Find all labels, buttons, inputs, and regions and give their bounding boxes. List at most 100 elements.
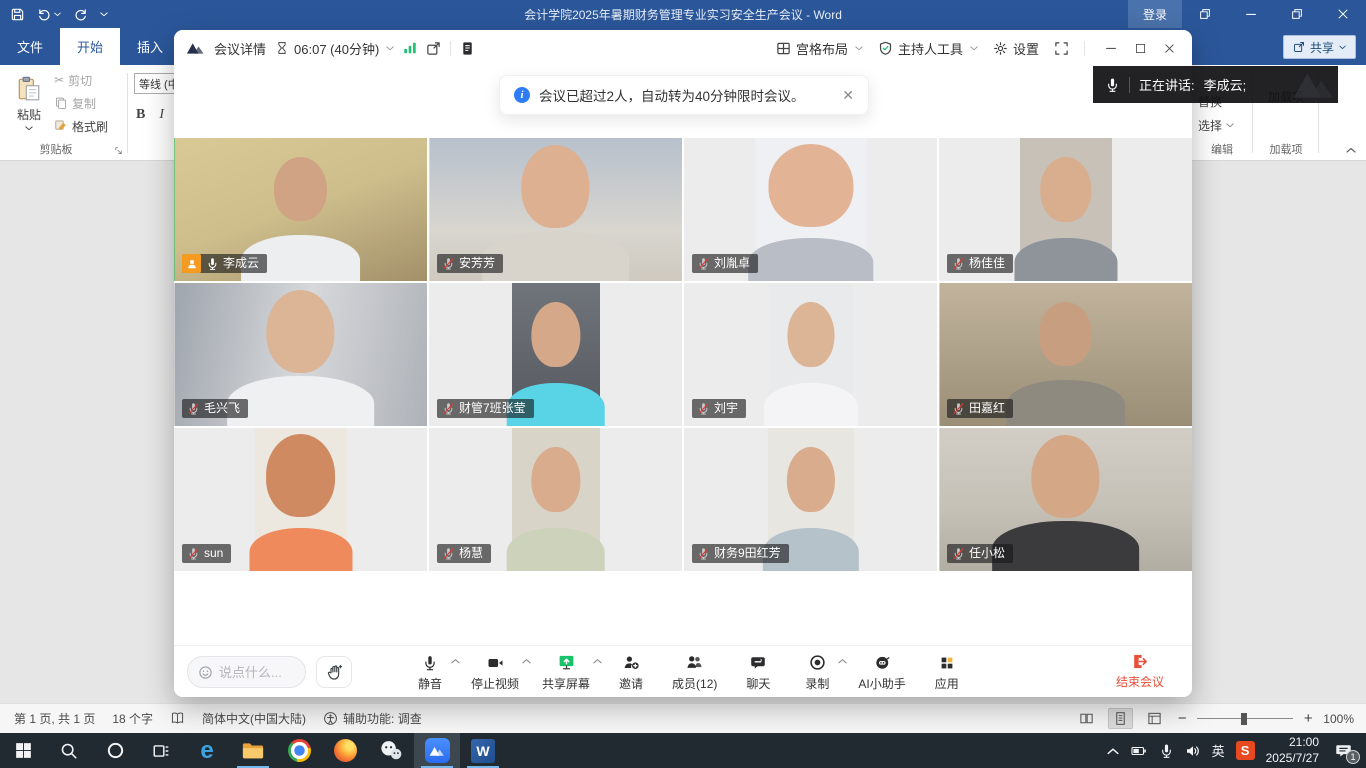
participant-tile[interactable]: 杨慧 bbox=[429, 428, 682, 571]
chat-button[interactable]: 聊天 bbox=[740, 653, 776, 692]
network-signal-icon[interactable] bbox=[403, 41, 417, 55]
italic-button[interactable]: I bbox=[159, 107, 164, 123]
taskbar-firefox[interactable] bbox=[322, 733, 368, 768]
host-tools-button[interactable]: 主持人工具 bbox=[878, 39, 978, 58]
taskbar-chrome[interactable] bbox=[276, 733, 322, 768]
taskbar-search-button[interactable] bbox=[46, 733, 92, 768]
mute-button[interactable]: 静音 bbox=[412, 653, 448, 692]
taskbar-file-explorer[interactable] bbox=[230, 733, 276, 768]
taskbar-clock[interactable]: 21:00 2025/7/27 bbox=[1266, 735, 1319, 766]
zoom-level[interactable]: 100% bbox=[1323, 712, 1354, 726]
meeting-timer[interactable]: 06:07 (40分钟) bbox=[275, 39, 394, 58]
end-meeting-button[interactable]: 结束会议 bbox=[1116, 653, 1164, 690]
select-button[interactable]: 选择 bbox=[1198, 117, 1234, 134]
invite-button[interactable]: 邀请 bbox=[613, 653, 649, 692]
meeting-close-button[interactable] bbox=[1158, 37, 1180, 59]
participant-tile[interactable]: 李成云 bbox=[174, 138, 427, 281]
volume-icon[interactable] bbox=[1185, 743, 1201, 759]
meeting-maximize-button[interactable] bbox=[1129, 37, 1151, 59]
record-button[interactable]: 录制 bbox=[799, 653, 835, 692]
word-login-button[interactable]: 登录 bbox=[1128, 0, 1182, 28]
page-indicator[interactable]: 第 1 页, 共 1 页 bbox=[14, 710, 95, 727]
collapse-ribbon-button[interactable] bbox=[1346, 147, 1356, 153]
paste-button[interactable]: 粘贴 bbox=[8, 69, 50, 137]
zoom-out-button[interactable]: − bbox=[1176, 710, 1188, 727]
participant-tile[interactable]: 刘胤卓 bbox=[684, 138, 937, 281]
cut-button[interactable]: ✂剪切 bbox=[54, 71, 108, 89]
undo-icon[interactable] bbox=[37, 7, 61, 22]
word-share-button[interactable]: 共享 bbox=[1283, 35, 1356, 59]
tab-insert[interactable]: 插入 bbox=[120, 28, 180, 65]
meeting-minimize-button[interactable] bbox=[1100, 37, 1122, 59]
format-painter-button[interactable]: 格式刷 bbox=[54, 117, 108, 135]
participant-tile[interactable]: 安芳芳 bbox=[429, 138, 682, 281]
tab-file[interactable]: 文件 bbox=[0, 28, 60, 65]
customize-qat-icon[interactable] bbox=[100, 12, 108, 17]
participant-name-chip: 毛兴飞 bbox=[182, 399, 248, 418]
word-count[interactable]: 18 个字 bbox=[112, 710, 153, 727]
web-layout-button[interactable] bbox=[1142, 708, 1167, 729]
word-close-button[interactable] bbox=[1320, 0, 1366, 28]
chat-input[interactable] bbox=[219, 665, 293, 680]
save-icon[interactable] bbox=[10, 7, 25, 22]
language-indicator[interactable]: 简体中文(中国大陆) bbox=[202, 710, 306, 727]
taskbar-edge[interactable]: e bbox=[184, 733, 230, 768]
chevron-up-icon[interactable] bbox=[522, 658, 531, 664]
print-layout-button[interactable] bbox=[1108, 708, 1133, 729]
share-screen-button[interactable]: 共享屏幕 bbox=[542, 653, 590, 692]
proofing-icon[interactable] bbox=[170, 711, 185, 726]
chat-quick-input[interactable] bbox=[187, 656, 306, 688]
chevron-up-icon[interactable] bbox=[451, 658, 460, 664]
zoom-slider[interactable] bbox=[1197, 712, 1293, 726]
task-view-button[interactable] bbox=[138, 733, 184, 768]
participant-tile[interactable]: 刘宇 bbox=[684, 283, 937, 426]
participant-tile[interactable]: 财务9田红芳 bbox=[684, 428, 937, 571]
settings-button[interactable]: 设置 bbox=[993, 39, 1039, 58]
grid-layout-button[interactable]: 宫格布局 bbox=[776, 39, 863, 58]
ai-assistant-button[interactable]: AI小助手 bbox=[858, 653, 905, 692]
clipboard-dialog-launcher[interactable] bbox=[113, 145, 124, 156]
redo-icon[interactable] bbox=[73, 7, 88, 22]
notification-close-icon[interactable]: ✕ bbox=[842, 87, 854, 104]
battery-icon[interactable] bbox=[1130, 743, 1148, 759]
participant-tile[interactable]: sun bbox=[174, 428, 427, 571]
read-mode-button[interactable] bbox=[1074, 708, 1099, 729]
accessibility-status[interactable]: 辅助功能: 调查 bbox=[323, 710, 422, 727]
taskbar-wechat[interactable] bbox=[368, 733, 414, 768]
apps-button[interactable]: 应用 bbox=[929, 653, 965, 692]
taskbar-date: 2025/7/27 bbox=[1266, 751, 1319, 767]
participant-tile[interactable]: 杨佳佳 bbox=[939, 138, 1192, 281]
fullscreen-icon[interactable] bbox=[1054, 41, 1069, 56]
cortana-button[interactable] bbox=[92, 733, 138, 768]
participant-tile[interactable]: 毛兴飞 bbox=[174, 283, 427, 426]
stop-video-button[interactable]: 停止视频 bbox=[471, 653, 519, 692]
smiley-icon[interactable] bbox=[198, 665, 213, 680]
ribbon-display-options-button[interactable] bbox=[1182, 0, 1228, 28]
word-minimize-button[interactable] bbox=[1228, 0, 1274, 28]
tray-mic-icon[interactable] bbox=[1159, 743, 1174, 758]
raise-hand-button[interactable] bbox=[316, 656, 352, 688]
members-button[interactable]: 成员(12) bbox=[672, 653, 717, 692]
chevron-up-icon[interactable] bbox=[838, 658, 847, 664]
sogou-input-icon[interactable]: S bbox=[1236, 741, 1255, 760]
pop-out-icon[interactable] bbox=[426, 41, 441, 56]
word-restore-button[interactable] bbox=[1274, 0, 1320, 28]
hidden-icons-chevron-icon[interactable] bbox=[1107, 747, 1119, 755]
tab-home[interactable]: 开始 bbox=[60, 28, 120, 65]
bold-button[interactable]: B bbox=[136, 107, 145, 123]
start-button[interactable] bbox=[0, 733, 46, 768]
meeting-details-button[interactable]: 会议详情 bbox=[214, 39, 266, 58]
chevron-up-icon[interactable] bbox=[593, 658, 602, 664]
taskbar-meeting-app[interactable] bbox=[414, 733, 460, 768]
participant-tile[interactable]: 田嘉红 bbox=[939, 283, 1192, 426]
action-center-button[interactable]: 1 bbox=[1330, 740, 1356, 762]
taskbar-word[interactable]: W bbox=[460, 733, 506, 768]
participant-tile[interactable]: 财管7班张莹 bbox=[429, 283, 682, 426]
zoom-in-button[interactable]: + bbox=[1302, 710, 1314, 727]
zoom-slider-thumb[interactable] bbox=[1241, 713, 1247, 725]
meeting-doc-icon[interactable] bbox=[460, 41, 475, 56]
participant-tile[interactable]: 任小松 bbox=[939, 428, 1192, 571]
ime-indicator[interactable]: 英 bbox=[1212, 741, 1225, 760]
mic-muted-icon bbox=[697, 402, 710, 415]
copy-button[interactable]: 复制 bbox=[54, 94, 108, 112]
